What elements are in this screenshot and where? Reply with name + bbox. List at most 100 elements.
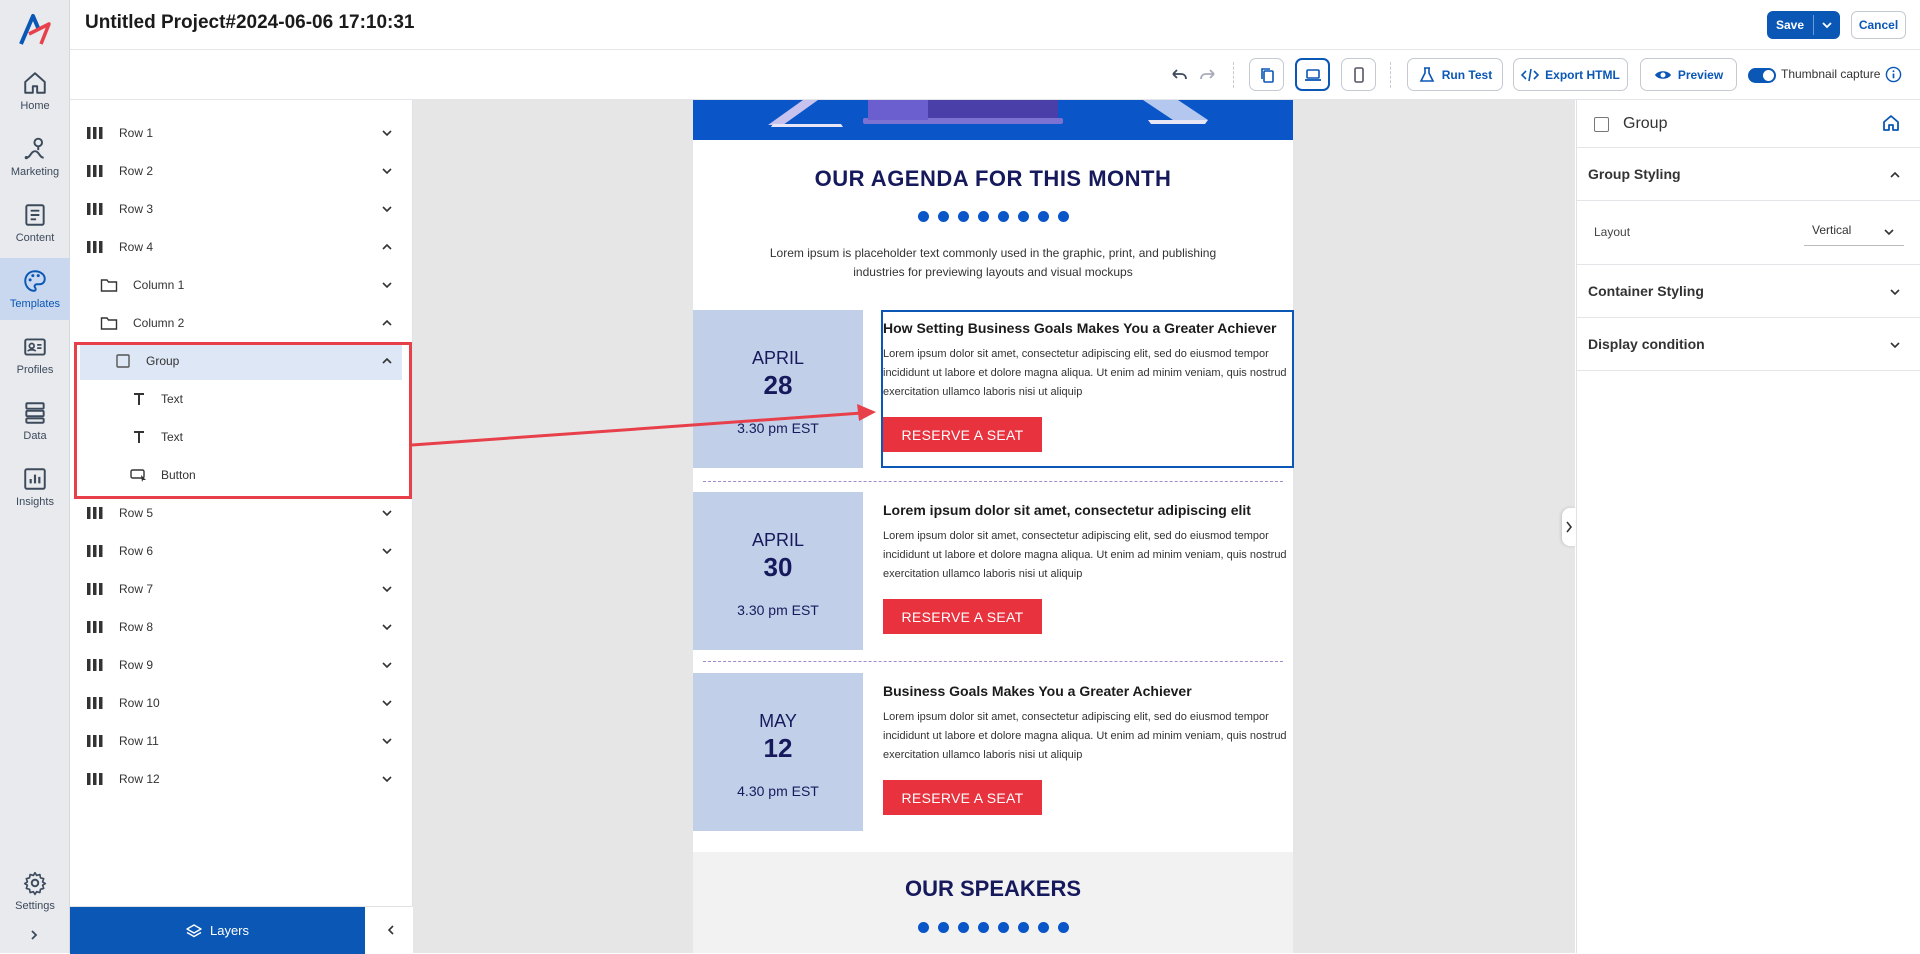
chevron-down-icon[interactable] — [380, 582, 394, 596]
event-heading[interactable]: Lorem ipsum dolor sit amet, consectetur … — [883, 502, 1283, 518]
redo-icon[interactable] — [1198, 66, 1218, 86]
layout-select[interactable]: Vertical — [1804, 221, 1904, 246]
chevron-down-icon[interactable] — [380, 658, 394, 672]
chevron-up-icon[interactable] — [380, 316, 394, 330]
row-columns-icon — [86, 162, 104, 180]
layer-row-8[interactable]: Row 8 — [70, 608, 413, 646]
agenda-subtitle[interactable]: Lorem ipsum is placeholder text commonly… — [763, 244, 1223, 282]
thumbnail-capture-toggle[interactable] — [1748, 68, 1776, 83]
layer-row-5[interactable]: Row 5 — [70, 494, 413, 532]
editor-canvas: OUR AGENDA FOR THIS MONTH Lorem ipsum is… — [413, 100, 1575, 953]
preview-button[interactable]: Preview — [1640, 58, 1737, 91]
layer-row-4[interactable]: Row 4 — [70, 228, 413, 266]
chevron-down-icon[interactable] — [380, 772, 394, 786]
run-test-label: Run Test — [1441, 67, 1493, 82]
layer-row-6[interactable]: Row 6 — [70, 532, 413, 570]
layer-label: Row 1 — [119, 126, 154, 140]
decorative-dots — [693, 922, 1293, 933]
cancel-button[interactable]: Cancel — [1851, 11, 1906, 39]
display-condition-section[interactable]: Display condition — [1577, 318, 1920, 371]
home-icon[interactable] — [1881, 113, 1901, 133]
event-body[interactable]: Lorem ipsum dolor sit amet, consectetur … — [883, 345, 1288, 402]
layer-row-9[interactable]: Row 9 — [70, 646, 413, 684]
chevron-down-icon[interactable] — [380, 164, 394, 178]
layer-column-1[interactable]: Column 1 — [70, 266, 413, 304]
layer-row-11[interactable]: Row 11 — [70, 722, 413, 760]
collapse-panel-icon[interactable] — [384, 923, 398, 937]
chevron-down-icon[interactable] — [380, 734, 394, 748]
expand-nav-icon[interactable] — [27, 928, 41, 942]
layers-tab-label: Layers — [209, 923, 250, 938]
chevron-down-icon[interactable] — [380, 202, 394, 216]
toggle-properties-handle[interactable] — [1562, 508, 1576, 546]
event-heading[interactable]: Business Goals Makes You a Greater Achie… — [883, 683, 1283, 699]
container-styling-section[interactable]: Container Styling — [1577, 265, 1920, 318]
layout-label: Layout — [1594, 225, 1631, 239]
thumbnail-capture-label: Thumbnail capture — [1781, 67, 1881, 81]
nav-home[interactable]: Home — [0, 60, 70, 122]
layer-row-10[interactable]: Row 10 — [70, 684, 413, 722]
layer-row-1[interactable]: Row 1 — [70, 114, 413, 152]
group-checkbox-icon — [1594, 117, 1609, 132]
speakers-section: OUR SPEAKERS — [693, 852, 1293, 953]
layer-row-12[interactable]: Row 12 — [70, 760, 413, 798]
chevron-down-icon[interactable] — [380, 126, 394, 140]
event-row: MAY 12 4.30 pm EST Business Goals Makes … — [693, 673, 1293, 831]
layer-row-7[interactable]: Row 7 — [70, 570, 413, 608]
reserve-seat-button[interactable]: RESERVE A SEAT — [883, 417, 1042, 452]
undo-icon[interactable] — [1169, 66, 1189, 86]
nav-marketing-label: Marketing — [10, 166, 60, 178]
chevron-down-icon[interactable] — [380, 278, 394, 292]
flask-icon — [1419, 66, 1435, 82]
chevron-up-icon — [1890, 171, 1900, 178]
nav-templates-label: Templates — [9, 298, 61, 310]
mobile-view-button[interactable] — [1341, 58, 1376, 91]
preview-label: Preview — [1677, 67, 1724, 82]
reserve-seat-button[interactable]: RESERVE A SEAT — [883, 599, 1042, 634]
layers-icon — [186, 923, 202, 937]
export-html-button[interactable]: Export HTML — [1513, 58, 1628, 91]
chevron-down-icon[interactable] — [380, 620, 394, 634]
chevron-down-icon[interactable] — [380, 544, 394, 558]
gear-icon — [23, 871, 47, 896]
chevron-down-icon — [1822, 22, 1832, 29]
event-row: APRIL 30 3.30 pm EST Lorem ipsum dolor s… — [693, 492, 1293, 650]
run-test-button[interactable]: Run Test — [1407, 58, 1503, 91]
chevron-down-icon[interactable] — [380, 506, 394, 520]
group-styling-section[interactable]: Group Styling — [1577, 148, 1920, 201]
nav-marketing[interactable]: Marketing — [0, 126, 70, 188]
event-month: APRIL — [751, 348, 805, 368]
app-logo[interactable] — [17, 12, 53, 48]
desktop-view-button[interactable] — [1295, 58, 1330, 91]
event-body[interactable]: Lorem ipsum dolor sit amet, consectetur … — [883, 708, 1288, 765]
reserve-seat-button[interactable]: RESERVE A SEAT — [883, 780, 1042, 815]
nav-insights[interactable]: Insights — [0, 456, 70, 518]
chevron-down-icon[interactable] — [380, 696, 394, 710]
nav-data[interactable]: Data — [0, 390, 70, 452]
layer-label: Row 11 — [119, 734, 159, 748]
layer-row-3[interactable]: Row 3 — [70, 190, 413, 228]
info-icon[interactable] — [1885, 66, 1902, 83]
layers-tab[interactable]: Layers — [70, 907, 365, 954]
event-heading[interactable]: How Setting Business Goals Makes You a G… — [883, 320, 1283, 336]
nav-insights-label: Insights — [16, 496, 54, 508]
section-label: Container Styling — [1588, 283, 1704, 299]
project-title[interactable]: Untitled Project#2024-06-06 17:10:31 — [85, 12, 415, 34]
code-icon — [1521, 68, 1540, 81]
event-body[interactable]: Lorem ipsum dolor sit amet, consectetur … — [883, 527, 1288, 584]
nav-settings[interactable]: Settings — [0, 860, 70, 922]
speakers-title[interactable]: OUR SPEAKERS — [693, 876, 1293, 902]
save-options-button[interactable] — [1814, 19, 1840, 31]
layer-column-2[interactable]: Column 2 — [70, 304, 413, 342]
layer-row-2[interactable]: Row 2 — [70, 152, 413, 190]
nav-content[interactable]: Content — [0, 192, 70, 254]
save-button[interactable]: Save — [1767, 11, 1840, 39]
agenda-title[interactable]: OUR AGENDA FOR THIS MONTH — [693, 166, 1293, 192]
event-date-box: MAY 12 4.30 pm EST — [693, 673, 863, 831]
save-button-label: Save — [1775, 18, 1805, 32]
nav-profiles[interactable]: Profiles — [0, 324, 70, 386]
nav-templates[interactable]: Templates — [0, 258, 70, 320]
chevron-up-icon[interactable] — [380, 240, 394, 254]
row-columns-icon — [86, 694, 104, 712]
device-copy-button[interactable] — [1249, 58, 1284, 91]
